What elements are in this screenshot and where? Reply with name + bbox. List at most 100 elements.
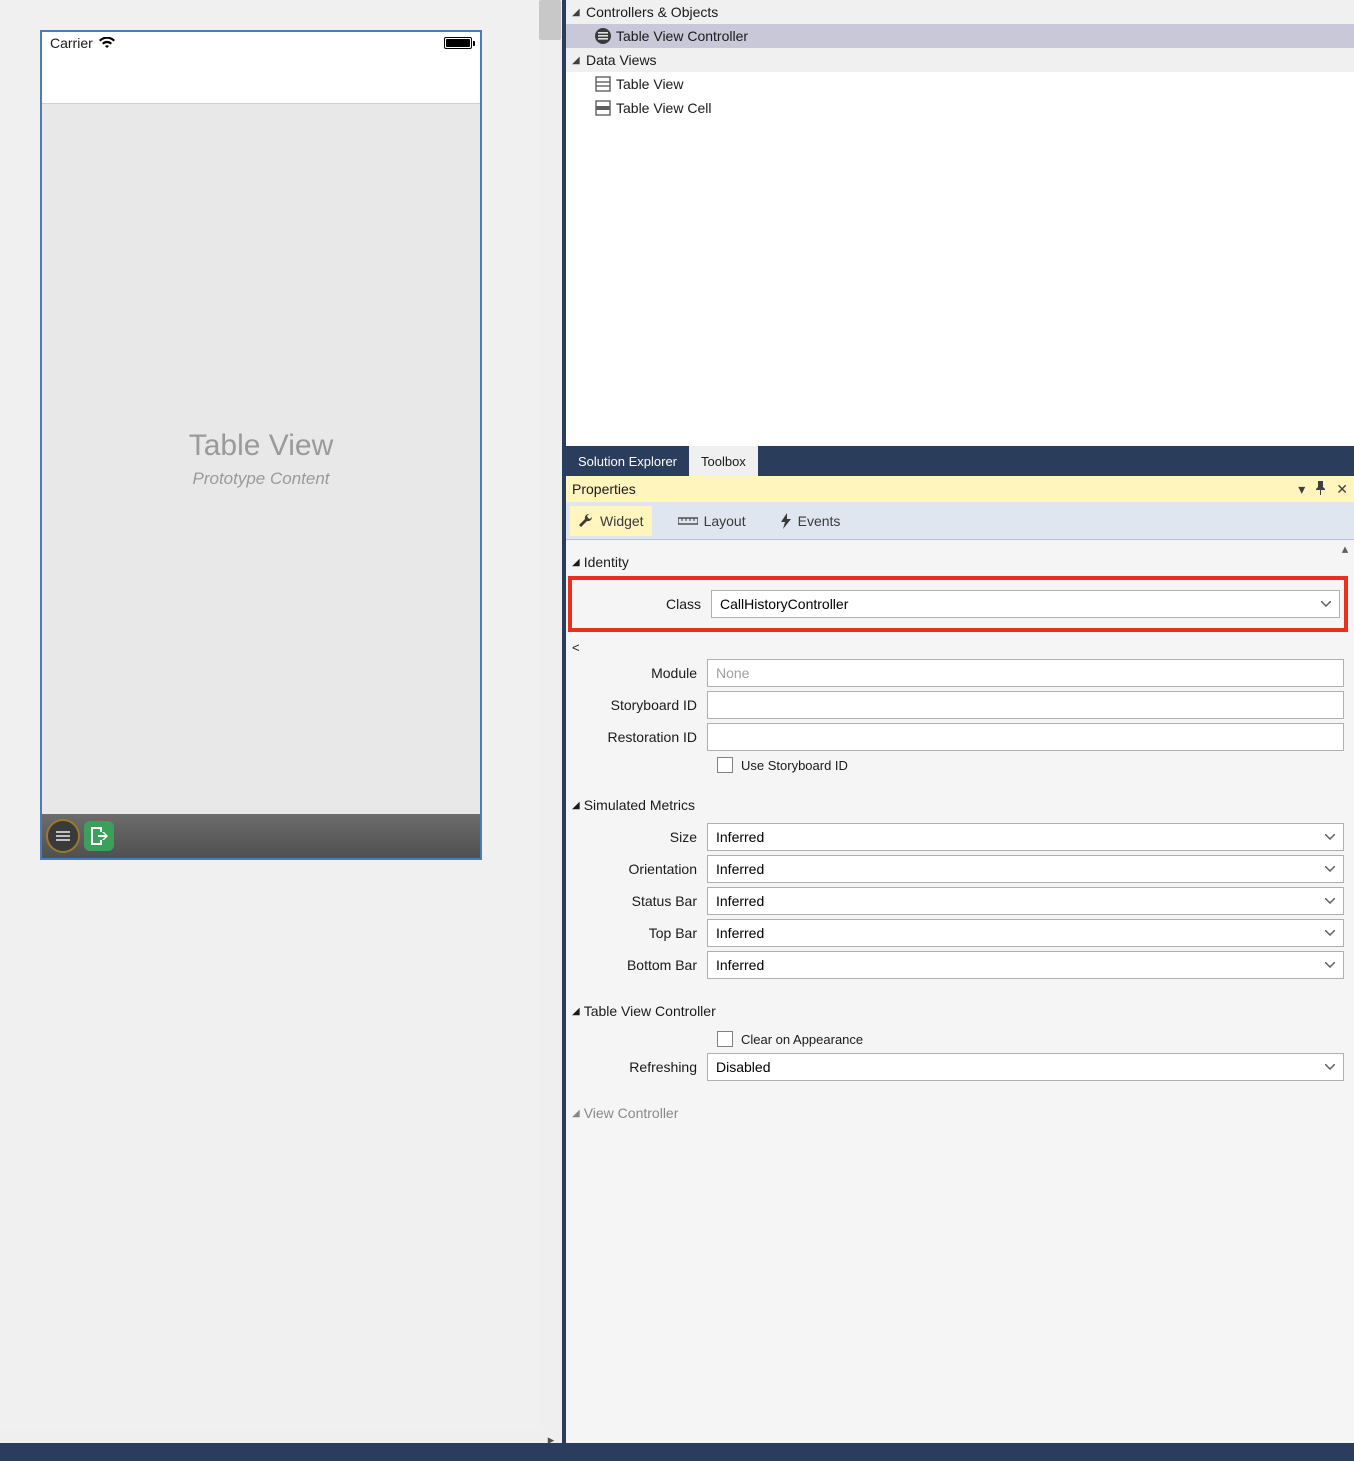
label-restoration-id: Restoration ID bbox=[572, 729, 707, 745]
orientation-select[interactable]: Inferred bbox=[707, 855, 1344, 883]
restoration-id-input[interactable] bbox=[707, 723, 1344, 751]
document-outline[interactable]: ◢ Controllers & Objects Table View Contr… bbox=[566, 0, 1354, 446]
highlight-box: Class bbox=[568, 576, 1348, 632]
row-restoration-id: Restoration ID bbox=[572, 723, 1344, 751]
pin-icon[interactable] bbox=[1315, 481, 1326, 498]
clear-appearance-label: Clear on Appearance bbox=[741, 1032, 863, 1047]
outline-item-label: Table View Cell bbox=[616, 100, 711, 116]
use-storyboard-label: Use Storyboard ID bbox=[741, 758, 848, 773]
vertical-scrollbar[interactable] bbox=[538, 0, 562, 1425]
clear-appearance-checkbox[interactable] bbox=[717, 1031, 733, 1047]
disclosure-arrow-icon: ◢ bbox=[572, 557, 580, 568]
table-view-title: Table View bbox=[189, 429, 334, 463]
tab-events[interactable]: Events bbox=[772, 506, 849, 536]
section-identity: ◢ Identity Class < Module bbox=[572, 548, 1344, 773]
tab-label: Events bbox=[798, 513, 841, 529]
table-view-controller-icon bbox=[594, 28, 612, 44]
disclosure-arrow-icon[interactable]: ◢ bbox=[572, 55, 582, 66]
row-module: Module bbox=[572, 659, 1344, 687]
label-storyboard-id: Storyboard ID bbox=[572, 697, 707, 713]
battery-icon bbox=[444, 37, 472, 49]
outline-item-cell[interactable]: Table View Cell bbox=[566, 96, 1354, 120]
wrench-icon bbox=[578, 513, 594, 529]
disclosure-arrow-icon: ◢ bbox=[572, 800, 580, 811]
disclosure-arrow-icon[interactable]: ◢ bbox=[572, 7, 582, 18]
statusbar-select[interactable]: Inferred bbox=[707, 887, 1344, 915]
section-vc: ◢ View Controller bbox=[572, 1099, 1344, 1127]
tab-toolbox[interactable]: Toolbox bbox=[689, 446, 758, 476]
row-refreshing: Refreshing Disabled bbox=[572, 1053, 1344, 1081]
bottom-app-bar bbox=[0, 1443, 1354, 1461]
lightning-icon bbox=[780, 513, 792, 529]
designer-canvas[interactable]: Carrier Table View Prototype Content bbox=[0, 0, 562, 1461]
status-bar: Carrier bbox=[42, 32, 480, 54]
use-storyboard-checkbox[interactable] bbox=[717, 757, 733, 773]
label-refreshing: Refreshing bbox=[572, 1059, 707, 1075]
storyboard-id-input[interactable] bbox=[707, 691, 1344, 719]
table-view-placeholder[interactable]: Table View Prototype Content bbox=[42, 104, 480, 814]
label-class: Class bbox=[576, 596, 711, 612]
tab-label: Layout bbox=[704, 513, 746, 529]
row-topbar: Top Bar Inferred bbox=[572, 919, 1344, 947]
refreshing-select[interactable]: Disabled bbox=[707, 1053, 1344, 1081]
section-heading-vc[interactable]: ◢ View Controller bbox=[572, 1099, 1344, 1127]
tab-label: Widget bbox=[600, 513, 644, 529]
outline-section-label: Controllers & Objects bbox=[586, 4, 718, 20]
outline-section-controllers[interactable]: ◢ Controllers & Objects bbox=[566, 0, 1354, 24]
section-label: Identity bbox=[584, 554, 629, 570]
outline-section-dataviews[interactable]: ◢ Data Views bbox=[566, 48, 1354, 72]
outline-item-label: Table View bbox=[616, 76, 683, 92]
table-view-cell-icon bbox=[594, 100, 612, 116]
disclosure-arrow-icon: ◢ bbox=[572, 1108, 580, 1119]
section-simulated-metrics: ◢ Simulated Metrics Size Inferred Orient… bbox=[572, 791, 1344, 979]
section-heading-tvc[interactable]: ◢ Table View Controller bbox=[572, 997, 1344, 1025]
tab-layout[interactable]: Layout bbox=[670, 506, 754, 536]
table-view-controller-icon[interactable] bbox=[46, 819, 80, 853]
exit-icon[interactable] bbox=[84, 821, 114, 851]
properties-title: Properties bbox=[572, 481, 636, 497]
table-view-icon bbox=[594, 76, 612, 92]
tab-solution-explorer[interactable]: Solution Explorer bbox=[566, 446, 689, 476]
label-orientation: Orientation bbox=[572, 861, 707, 877]
disclosure-arrow-icon: ◢ bbox=[572, 1006, 580, 1017]
outline-section-label: Data Views bbox=[586, 52, 657, 68]
label-module: Module bbox=[572, 665, 707, 681]
row-statusbar: Status Bar Inferred bbox=[572, 887, 1344, 915]
size-select[interactable]: Inferred bbox=[707, 823, 1344, 851]
row-size: Size Inferred bbox=[572, 823, 1344, 851]
ruler-icon bbox=[678, 516, 698, 526]
section-label: Table View Controller bbox=[584, 1003, 716, 1019]
section-label: View Controller bbox=[584, 1105, 679, 1121]
scene-dock bbox=[42, 814, 480, 858]
section-label: Simulated Metrics bbox=[584, 797, 695, 813]
section-heading-simulated[interactable]: ◢ Simulated Metrics bbox=[572, 791, 1344, 819]
table-view-subtitle: Prototype Content bbox=[192, 469, 329, 489]
properties-body[interactable]: ▴ ◢ Identity Class < bbox=[566, 540, 1354, 1461]
row-class: Class bbox=[576, 590, 1340, 618]
outline-item-tvc[interactable]: Table View Controller bbox=[566, 24, 1354, 48]
topbar-select[interactable]: Inferred bbox=[707, 919, 1344, 947]
dropdown-icon[interactable]: ▾ bbox=[1298, 481, 1305, 498]
row-storyboard-id: Storyboard ID bbox=[572, 691, 1344, 719]
label-size: Size bbox=[572, 829, 707, 845]
section-heading-identity[interactable]: ◢ Identity bbox=[572, 548, 1344, 576]
outline-item-label: Table View Controller bbox=[616, 28, 748, 44]
nav-bar bbox=[42, 54, 480, 104]
properties-panel: Properties ▾ ✕ Widget bbox=[566, 476, 1354, 1461]
row-orientation: Orientation Inferred bbox=[572, 855, 1344, 883]
bottombar-select[interactable]: Inferred bbox=[707, 951, 1344, 979]
carrier-label: Carrier bbox=[50, 35, 93, 51]
device-frame[interactable]: Carrier Table View Prototype Content bbox=[40, 30, 482, 860]
scroll-up-icon[interactable]: ▴ bbox=[1336, 540, 1354, 558]
class-input[interactable] bbox=[711, 590, 1340, 618]
panel-tab-strip: Solution Explorer Toolbox bbox=[566, 446, 1354, 476]
outline-item-tableview[interactable]: Table View bbox=[566, 72, 1354, 96]
module-input[interactable] bbox=[707, 659, 1344, 687]
tab-widget[interactable]: Widget bbox=[570, 506, 652, 536]
properties-tab-strip: Widget Layout Events bbox=[566, 502, 1354, 540]
section-tvc: ◢ Table View Controller Clear on Appeara… bbox=[572, 997, 1344, 1081]
label-bottombar: Bottom Bar bbox=[572, 957, 707, 973]
close-icon[interactable]: ✕ bbox=[1336, 481, 1348, 498]
label-statusbar: Status Bar bbox=[572, 893, 707, 909]
properties-header: Properties ▾ ✕ bbox=[566, 476, 1354, 502]
